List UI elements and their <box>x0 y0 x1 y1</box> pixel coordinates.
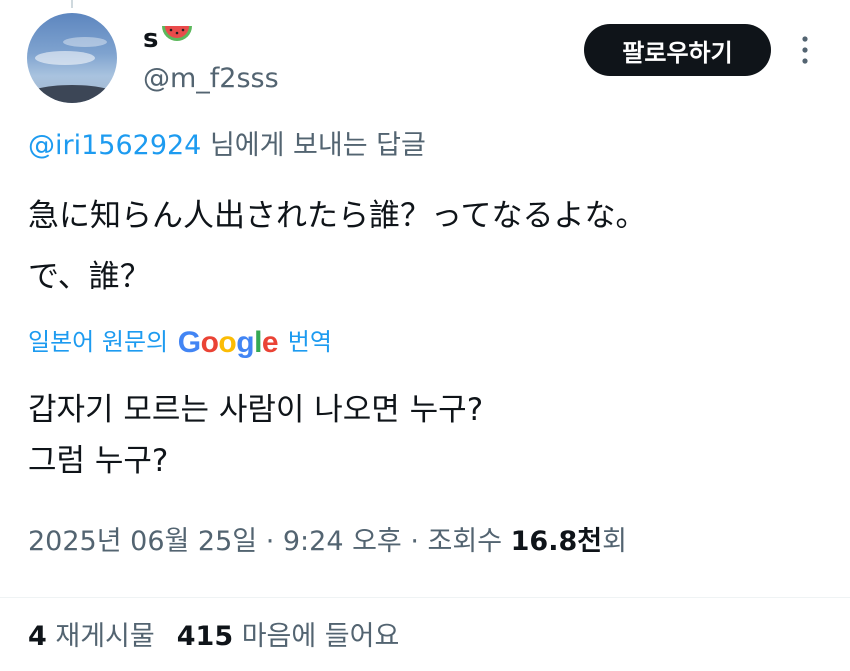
reposts-label: 재게시물 <box>46 621 155 652</box>
translation-attribution[interactable]: 일본어 원문의 Google 번역 <box>28 325 332 360</box>
display-name-text: s <box>143 24 159 54</box>
tweet-time[interactable]: 9:24 오후 <box>283 526 402 557</box>
translate-prefix: 일본어 원문의 <box>28 328 176 356</box>
tweet-text-line: 急に知らん人出されたら誰？ってなるよな。 <box>28 198 647 234</box>
google-logo: Google <box>177 326 279 359</box>
likes-count: 415 <box>176 621 234 652</box>
reposts-stat[interactable]: 4 재게시물 <box>28 621 155 652</box>
display-name[interactable]: s <box>143 22 194 57</box>
replying-to: @iri1562924 님에게 보내는 답글 <box>28 128 426 164</box>
reposts-count: 4 <box>28 621 47 652</box>
avatar[interactable] <box>27 13 117 103</box>
translation-text-line: 그럼 누구? <box>28 443 169 479</box>
meta-separator: · <box>401 526 428 557</box>
meta-separator: · <box>257 526 283 557</box>
views-label: 조회수 <box>427 526 511 557</box>
more-options-icon[interactable] <box>795 33 815 69</box>
reply-to-label: 님에게 보내는 답글 <box>201 130 426 161</box>
thread-connector-line <box>71 0 73 8</box>
tweet-date[interactable]: 2025년 06월 25일 <box>28 526 257 557</box>
tweet-meta: 2025년 06월 25일 · 9:24 오후 · 조회수 16.8천회 <box>28 523 627 561</box>
likes-label: 마음에 들어요 <box>233 621 400 652</box>
views-count: 16.8천 <box>510 526 603 557</box>
avatar-cloud <box>35 51 95 65</box>
tweet-stats: 4 재게시물 415 마음에 들어요 <box>28 618 399 656</box>
reply-mention-link[interactable]: @iri1562924 <box>28 130 201 161</box>
views-suffix: 회 <box>602 526 627 557</box>
follow-button[interactable]: 팔로우하기 <box>584 24 771 76</box>
avatar-hills <box>27 85 117 103</box>
user-handle[interactable]: @m_f2sss <box>143 62 279 96</box>
likes-stat[interactable]: 415 마음에 들어요 <box>177 621 400 652</box>
avatar-cloud <box>63 37 107 47</box>
translate-suffix: 번역 <box>280 328 332 356</box>
divider <box>0 597 850 598</box>
translation-text-line: 갑자기 모르는 사람이 나오면 누구? <box>28 392 484 428</box>
tweet-text-line: で、誰？ <box>28 259 151 295</box>
watermelon-icon <box>160 22 194 57</box>
